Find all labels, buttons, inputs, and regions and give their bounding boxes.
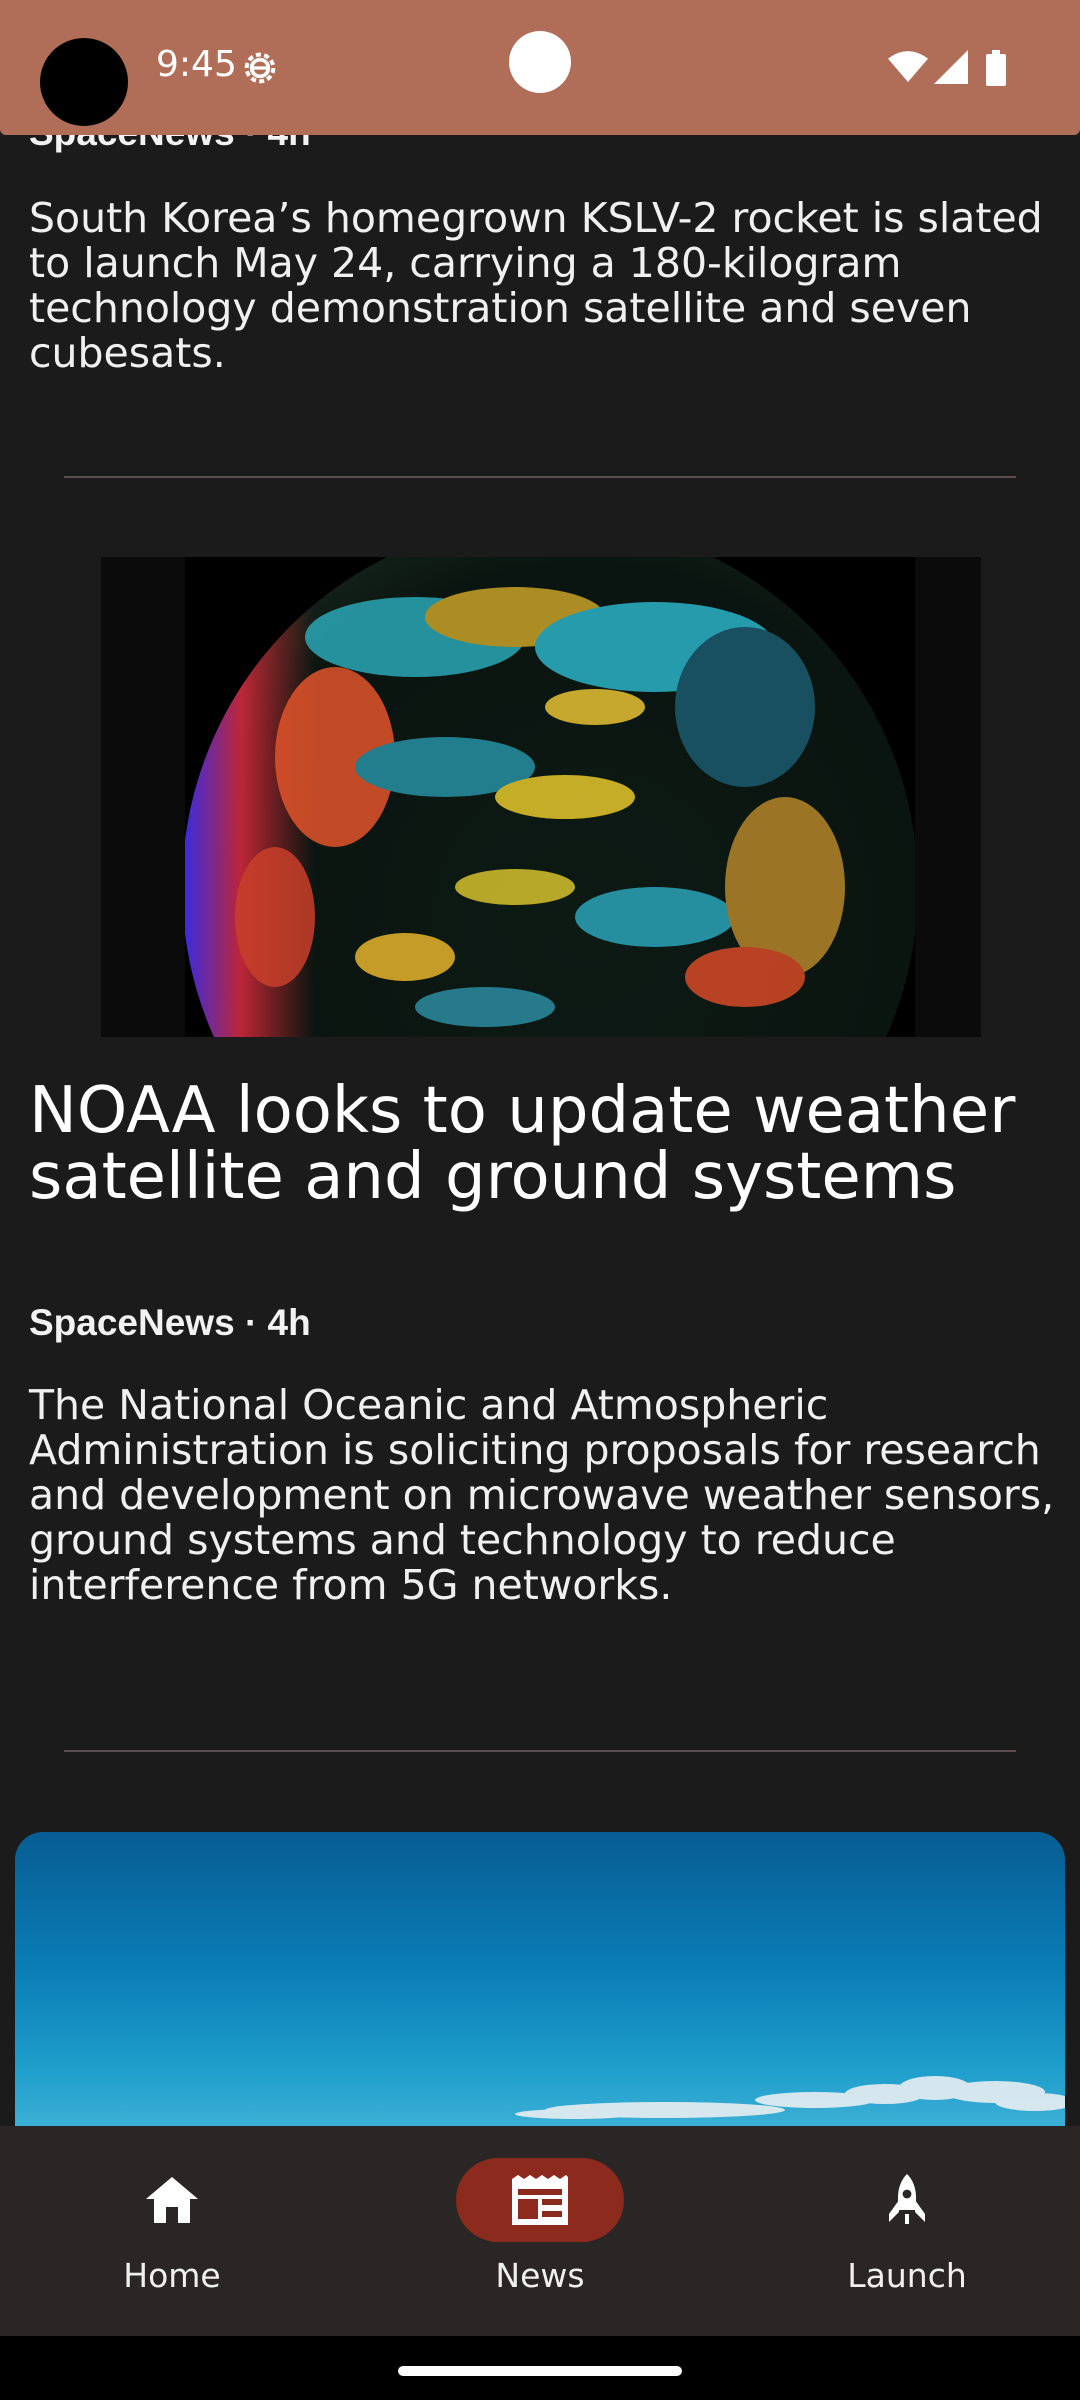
nav-item-launch[interactable]: Launch	[787, 2126, 1027, 2336]
front-camera	[40, 38, 128, 126]
article-image[interactable]	[101, 557, 981, 1037]
nav-indicator-active	[456, 2158, 624, 2242]
nav-label-home: Home	[123, 2256, 221, 2295]
battery-icon	[986, 50, 1006, 86]
article-divider	[64, 1750, 1016, 1752]
nav-indicator	[823, 2158, 991, 2242]
status-time: 9:45	[156, 44, 237, 85]
nav-indicator	[88, 2158, 256, 2242]
sky-clouds-image	[515, 2076, 1065, 2119]
article-summary[interactable]: The National Oceanic and Atmospheric Adm…	[29, 1383, 1059, 1608]
article-summary[interactable]: South Korea’s homegrown KSLV-2 rocket is…	[29, 196, 1059, 376]
wifi-icon	[888, 51, 928, 82]
article-image[interactable]	[15, 1832, 1065, 2132]
camera-notch	[509, 31, 571, 93]
nav-item-news[interactable]: News	[420, 2126, 660, 2336]
home-gesture-handle[interactable]	[398, 2366, 682, 2376]
article-divider	[64, 476, 1016, 478]
newspaper-icon	[512, 2175, 568, 2225]
home-icon	[146, 2177, 198, 2223]
rocket-icon	[889, 2174, 925, 2224]
signal-icon	[934, 50, 968, 84]
article-source-time: SpaceNews · 4h	[29, 1302, 311, 1343]
article-headline[interactable]: NOAA looks to update weather satellite a…	[29, 1078, 1059, 1210]
nav-label-news: News	[495, 2256, 585, 2295]
status-bar: 9:45	[0, 0, 1080, 135]
nav-item-home[interactable]: Home	[52, 2126, 292, 2336]
settings-gear-icon	[244, 52, 276, 84]
earth-satellite-image	[185, 557, 915, 1037]
nav-label-launch: Launch	[847, 2256, 967, 2295]
bottom-navigation: Home News Launch	[0, 2126, 1080, 2336]
